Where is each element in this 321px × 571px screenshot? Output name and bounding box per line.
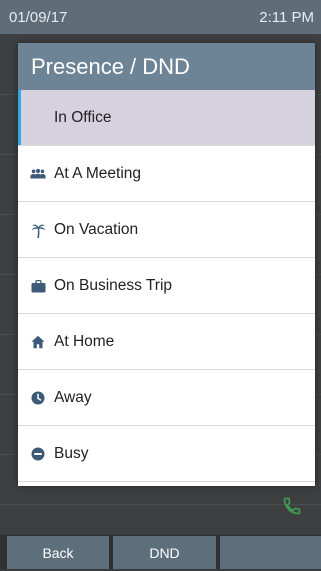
phone-icon[interactable] xyxy=(282,496,302,521)
minus-circle-icon xyxy=(30,426,46,482)
menu-item-label: Away xyxy=(54,389,92,406)
presence-dnd-dialog: Presence / DND In Office At A Meeting On… xyxy=(18,43,315,486)
status-time: 2:11 PM xyxy=(259,9,314,26)
menu-item-busy[interactable]: Busy xyxy=(18,426,315,482)
back-softkey[interactable]: Back xyxy=(7,536,109,569)
softkey-bar: Back DND xyxy=(0,535,321,569)
menu-item-label: On Vacation xyxy=(54,221,139,238)
menu-item-at-a-meeting[interactable]: At A Meeting xyxy=(18,146,315,202)
home-icon xyxy=(30,314,46,370)
menu-item-label: Busy xyxy=(54,445,89,462)
menu-item-label: On Business Trip xyxy=(54,277,173,294)
status-bar: 01/09/17 2:11 PM xyxy=(0,0,321,34)
briefcase-icon xyxy=(30,258,46,314)
menu-item-on-business-trip[interactable]: On Business Trip xyxy=(18,258,315,314)
empty-softkey[interactable] xyxy=(220,536,321,569)
dialog-title: Presence / DND xyxy=(18,43,315,90)
menu-item-label: In Office xyxy=(54,109,112,126)
menu-item-in-office[interactable]: In Office xyxy=(18,90,315,146)
palm-tree-icon xyxy=(30,202,46,258)
background-divider xyxy=(0,504,321,505)
menu-item-at-home[interactable]: At Home xyxy=(18,314,315,370)
menu-item-label: At Home xyxy=(54,333,115,350)
menu-item-on-vacation[interactable]: On Vacation xyxy=(18,202,315,258)
clock-icon xyxy=(30,370,46,426)
menu-item-away[interactable]: Away xyxy=(18,370,315,426)
people-icon xyxy=(30,146,46,202)
status-date: 01/09/17 xyxy=(9,9,68,26)
dnd-softkey[interactable]: DND xyxy=(113,536,216,569)
menu-item-label: At A Meeting xyxy=(54,165,142,182)
